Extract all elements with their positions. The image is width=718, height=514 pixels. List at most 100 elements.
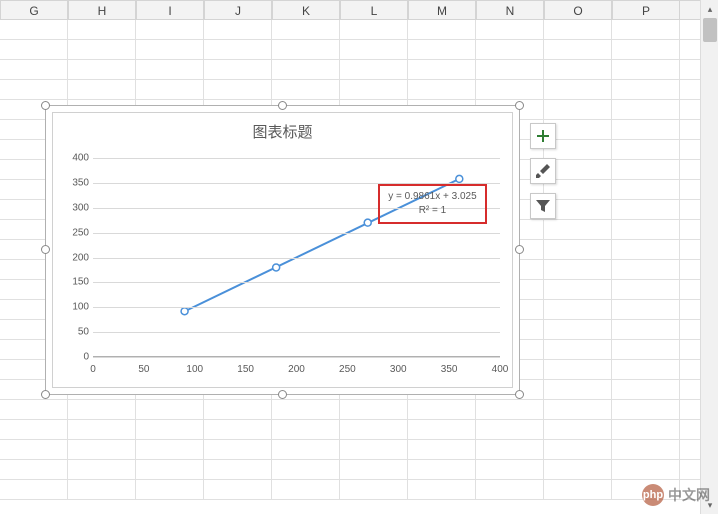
cell[interactable] <box>476 440 544 459</box>
cell[interactable] <box>612 120 680 139</box>
cell[interactable] <box>340 80 408 99</box>
cell[interactable] <box>612 180 680 199</box>
resize-handle-sw[interactable] <box>41 390 50 399</box>
cell[interactable] <box>544 240 612 259</box>
resize-handle-w[interactable] <box>41 245 50 254</box>
cell[interactable] <box>408 80 476 99</box>
cell[interactable] <box>68 460 136 479</box>
cell[interactable] <box>204 40 272 59</box>
cell[interactable] <box>544 220 612 239</box>
cell[interactable] <box>0 20 68 39</box>
resize-handle-se[interactable] <box>515 390 524 399</box>
cell[interactable] <box>544 20 612 39</box>
vertical-scrollbar[interactable]: ▴ ▾ <box>700 0 718 514</box>
chart-styles-button[interactable] <box>530 158 556 184</box>
scroll-up-arrow[interactable]: ▴ <box>701 0 718 18</box>
cell[interactable] <box>544 80 612 99</box>
resize-handle-s[interactable] <box>278 390 287 399</box>
cell[interactable] <box>612 400 680 419</box>
cell[interactable] <box>340 400 408 419</box>
cell[interactable] <box>272 420 340 439</box>
cell[interactable] <box>272 440 340 459</box>
cell[interactable] <box>68 480 136 499</box>
cell[interactable] <box>272 60 340 79</box>
chart-filters-button[interactable] <box>530 193 556 219</box>
cell[interactable] <box>136 420 204 439</box>
cell[interactable] <box>68 40 136 59</box>
cell[interactable] <box>612 300 680 319</box>
chart-object[interactable]: 图表标题 05010015020025030035040005010015020… <box>45 105 520 395</box>
column-header-M[interactable]: M <box>408 1 476 19</box>
cell[interactable] <box>136 460 204 479</box>
cell[interactable] <box>68 420 136 439</box>
cell[interactable] <box>544 60 612 79</box>
cell[interactable] <box>136 440 204 459</box>
plot-area[interactable]: 0501001502002503003504000501001502002503… <box>93 158 500 357</box>
cell[interactable] <box>612 380 680 399</box>
cell[interactable] <box>544 440 612 459</box>
chart-add-element-button[interactable] <box>530 123 556 149</box>
cell[interactable] <box>476 480 544 499</box>
cell[interactable] <box>136 60 204 79</box>
cell[interactable] <box>612 320 680 339</box>
cell[interactable] <box>0 460 68 479</box>
cell[interactable] <box>204 480 272 499</box>
cell[interactable] <box>612 20 680 39</box>
cell[interactable] <box>272 400 340 419</box>
cell[interactable] <box>544 360 612 379</box>
resize-handle-e[interactable] <box>515 245 524 254</box>
cell[interactable] <box>204 420 272 439</box>
cell[interactable] <box>612 80 680 99</box>
data-point[interactable] <box>181 308 188 315</box>
cell[interactable] <box>136 40 204 59</box>
cell[interactable] <box>612 260 680 279</box>
cell[interactable] <box>0 40 68 59</box>
data-point[interactable] <box>456 175 463 182</box>
cell[interactable] <box>0 420 68 439</box>
cell[interactable] <box>544 260 612 279</box>
cell[interactable] <box>476 20 544 39</box>
cell[interactable] <box>612 340 680 359</box>
cell[interactable] <box>476 400 544 419</box>
cell[interactable] <box>340 60 408 79</box>
cell[interactable] <box>68 60 136 79</box>
cell[interactable] <box>408 440 476 459</box>
cell[interactable] <box>408 40 476 59</box>
cell[interactable] <box>612 460 680 479</box>
cell[interactable] <box>272 80 340 99</box>
cell[interactable] <box>340 480 408 499</box>
cell[interactable] <box>272 460 340 479</box>
cell[interactable] <box>544 420 612 439</box>
cell[interactable] <box>612 100 680 119</box>
cell[interactable] <box>272 480 340 499</box>
cell[interactable] <box>544 100 612 119</box>
cell[interactable] <box>544 460 612 479</box>
cell[interactable] <box>612 200 680 219</box>
resize-handle-n[interactable] <box>278 101 287 110</box>
chart-title[interactable]: 图表标题 <box>53 113 512 143</box>
column-header-G[interactable]: G <box>0 1 68 19</box>
cell[interactable] <box>544 340 612 359</box>
cell[interactable] <box>68 80 136 99</box>
cell[interactable] <box>544 480 612 499</box>
cell[interactable] <box>408 60 476 79</box>
cell[interactable] <box>612 360 680 379</box>
cell[interactable] <box>0 440 68 459</box>
cell[interactable] <box>68 440 136 459</box>
cell[interactable] <box>408 400 476 419</box>
cell[interactable] <box>612 160 680 179</box>
cell[interactable] <box>0 480 68 499</box>
cell[interactable] <box>0 400 68 419</box>
cell[interactable] <box>204 400 272 419</box>
cell[interactable] <box>136 400 204 419</box>
cell[interactable] <box>204 80 272 99</box>
resize-handle-nw[interactable] <box>41 101 50 110</box>
cell[interactable] <box>136 20 204 39</box>
cell[interactable] <box>544 300 612 319</box>
cell[interactable] <box>340 40 408 59</box>
trendline-label-box[interactable]: y = 0.9861x + 3.025 R² = 1 <box>378 184 486 224</box>
cell[interactable] <box>544 280 612 299</box>
cell[interactable] <box>544 380 612 399</box>
cell[interactable] <box>68 400 136 419</box>
cell[interactable] <box>204 20 272 39</box>
